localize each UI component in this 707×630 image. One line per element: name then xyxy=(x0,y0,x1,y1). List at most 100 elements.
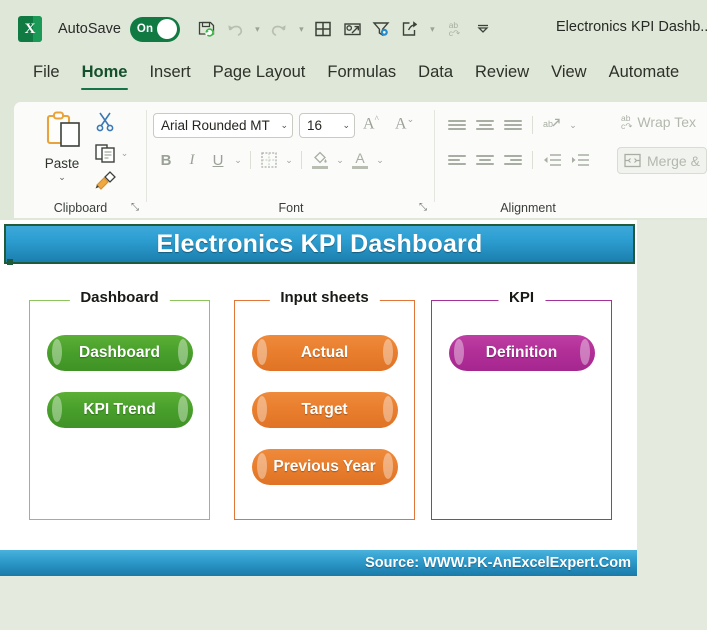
tab-file[interactable]: File xyxy=(22,58,71,96)
button-kpi-trend[interactable]: KPI Trend xyxy=(46,392,193,428)
ribbon: Paste ⌄ ⌄ Clipboard ⤡ Arial Rounded MT ⌄… xyxy=(0,100,707,220)
autosave-state-label: On xyxy=(136,23,154,35)
format-painter-button[interactable] xyxy=(94,168,118,190)
wrap-text-button[interactable]: ab c↷ Wrap Tex xyxy=(621,114,696,131)
fill-color-dropdown-icon[interactable]: ⌄ xyxy=(333,155,347,166)
copy-button[interactable]: ⌄ xyxy=(94,139,131,167)
underline-button[interactable]: U xyxy=(205,147,231,173)
selection-handle[interactable] xyxy=(7,259,13,265)
borders-button[interactable] xyxy=(256,147,282,173)
align-right-button[interactable] xyxy=(499,147,527,173)
dashboard-banner[interactable]: Electronics KPI Dashboard xyxy=(4,224,635,265)
redo-dropdown-icon[interactable]: ▾ xyxy=(295,15,308,43)
font-size-input[interactable]: 16 ⌄ xyxy=(299,113,355,138)
align-top-button[interactable] xyxy=(443,112,471,138)
button-target[interactable]: Target xyxy=(251,392,398,428)
decrease-font-size-button[interactable]: A⌄ xyxy=(395,114,414,133)
cut-button[interactable] xyxy=(94,110,116,132)
dashboard-title: Electronics KPI Dashboard xyxy=(156,229,483,258)
tab-automate[interactable]: Automate xyxy=(598,58,691,96)
spelling-glyph: ab c↷ xyxy=(448,20,461,38)
font-size-value: 16 xyxy=(307,118,323,133)
button-dashboard[interactable]: Dashboard xyxy=(46,335,193,371)
clipboard-dialog-launcher-icon[interactable]: ⤡ xyxy=(131,202,139,213)
italic-button[interactable]: I xyxy=(179,147,205,173)
font-format-row: B I U ⌄ ⌄ ⌄ A ⌄ xyxy=(153,147,387,173)
undo-icon[interactable] xyxy=(222,15,249,43)
increase-font-size-button[interactable]: A^ xyxy=(363,114,379,133)
button-actual[interactable]: Actual xyxy=(251,335,398,371)
paint-bucket-icon xyxy=(313,151,327,164)
decrease-indent-button[interactable] xyxy=(538,147,566,173)
tab-review[interactable]: Review xyxy=(464,58,540,96)
orientation-dropdown-icon[interactable]: ⌄ xyxy=(566,120,580,131)
filter-icon[interactable] xyxy=(368,15,395,43)
merge-and-center-label: Merge & xyxy=(647,152,700,169)
document-title: Electronics KPI Dashb... xyxy=(556,19,707,35)
autosave-toggle[interactable]: On xyxy=(129,16,180,42)
increase-indent-icon xyxy=(572,154,589,166)
underline-label: U xyxy=(212,151,224,169)
source-footer-text: Source: WWW.PK-AnExcelExpert.Com xyxy=(365,555,631,571)
group-box-kpi-title: KPI xyxy=(497,289,546,306)
font-color-dropdown-icon[interactable]: ⌄ xyxy=(373,155,387,166)
italic-label: I xyxy=(189,151,195,168)
paste-icon xyxy=(46,111,80,147)
font-color-button[interactable]: A xyxy=(347,147,373,173)
align-middle-button[interactable] xyxy=(471,112,499,138)
excel-logo-letter: X xyxy=(24,20,36,37)
group-box-input-sheets: Input sheets Actual Target Previous Year xyxy=(234,289,415,520)
underline-dropdown-icon[interactable]: ⌄ xyxy=(231,155,245,166)
copy-dropdown-icon[interactable]: ⌄ xyxy=(118,139,131,167)
merge-cells-icon xyxy=(624,153,641,168)
vertical-align-row: ab ⌄ xyxy=(443,112,580,138)
orientation-button[interactable]: ab xyxy=(538,112,566,138)
button-definition[interactable]: Definition xyxy=(448,335,595,371)
align-left-button[interactable] xyxy=(443,147,471,173)
bold-button[interactable]: B xyxy=(153,147,179,173)
borders-icon xyxy=(261,152,277,168)
share-dropdown-icon[interactable]: ▾ xyxy=(426,15,439,43)
align-bottom-button[interactable] xyxy=(499,112,527,138)
tab-page-layout[interactable]: Page Layout xyxy=(202,58,317,96)
paste-button[interactable]: Paste ⌄ xyxy=(34,110,90,183)
excel-window: X AutoSave On ▾ ▾ ▾ ab c↷ Electronics KP… xyxy=(0,0,707,630)
tab-formulas[interactable]: Formulas xyxy=(316,58,407,96)
merge-and-center-button[interactable]: Merge & xyxy=(617,147,707,174)
attach-send-icon[interactable] xyxy=(339,15,366,43)
tab-insert[interactable]: Insert xyxy=(138,58,201,96)
customize-quick-access-toolbar-icon[interactable] xyxy=(470,15,497,43)
button-previous-year[interactable]: Previous Year xyxy=(251,449,398,485)
borders-dropdown-icon[interactable]: ⌄ xyxy=(282,155,296,166)
align-center-button[interactable] xyxy=(471,147,499,173)
horizontal-align-row xyxy=(443,147,594,173)
tab-data[interactable]: Data xyxy=(407,58,464,96)
group-box-kpi: KPI Definition xyxy=(431,289,612,520)
divider xyxy=(532,151,533,169)
font-name-input[interactable]: Arial Rounded MT ⌄ xyxy=(153,113,293,138)
redo-icon[interactable] xyxy=(266,15,293,43)
font-size-dropdown-icon[interactable]: ⌄ xyxy=(342,120,350,131)
save-icon[interactable] xyxy=(193,15,220,43)
alignment-group-label: Alignment xyxy=(500,201,556,215)
font-dialog-launcher-icon[interactable]: ⤡ xyxy=(419,202,427,213)
decrease-font-size-label: A xyxy=(395,115,407,133)
table-icon[interactable] xyxy=(310,15,337,43)
tab-view[interactable]: View xyxy=(540,58,597,96)
ribbon-group-font: Arial Rounded MT ⌄ 16 ⌄ A^ A⌄ B I U ⌄ ⌄ … xyxy=(147,102,435,218)
divider xyxy=(301,151,302,169)
increase-indent-button[interactable] xyxy=(566,147,594,173)
font-name-dropdown-icon[interactable]: ⌄ xyxy=(280,120,288,131)
fill-color-button[interactable] xyxy=(307,147,333,173)
decrease-indent-icon xyxy=(544,154,561,166)
tab-home[interactable]: Home xyxy=(71,58,139,96)
paste-label: Paste xyxy=(44,156,80,171)
undo-dropdown-icon[interactable]: ▾ xyxy=(251,15,264,43)
orientation-icon: ab xyxy=(543,118,560,129)
button-actual-label: Actual xyxy=(300,344,349,361)
scissors-icon xyxy=(96,112,114,132)
paste-dropdown-icon[interactable]: ⌄ xyxy=(58,172,66,183)
svg-text:ab: ab xyxy=(543,119,553,129)
share-icon[interactable] xyxy=(397,15,424,43)
clipboard-group-label: Clipboard xyxy=(53,201,108,215)
